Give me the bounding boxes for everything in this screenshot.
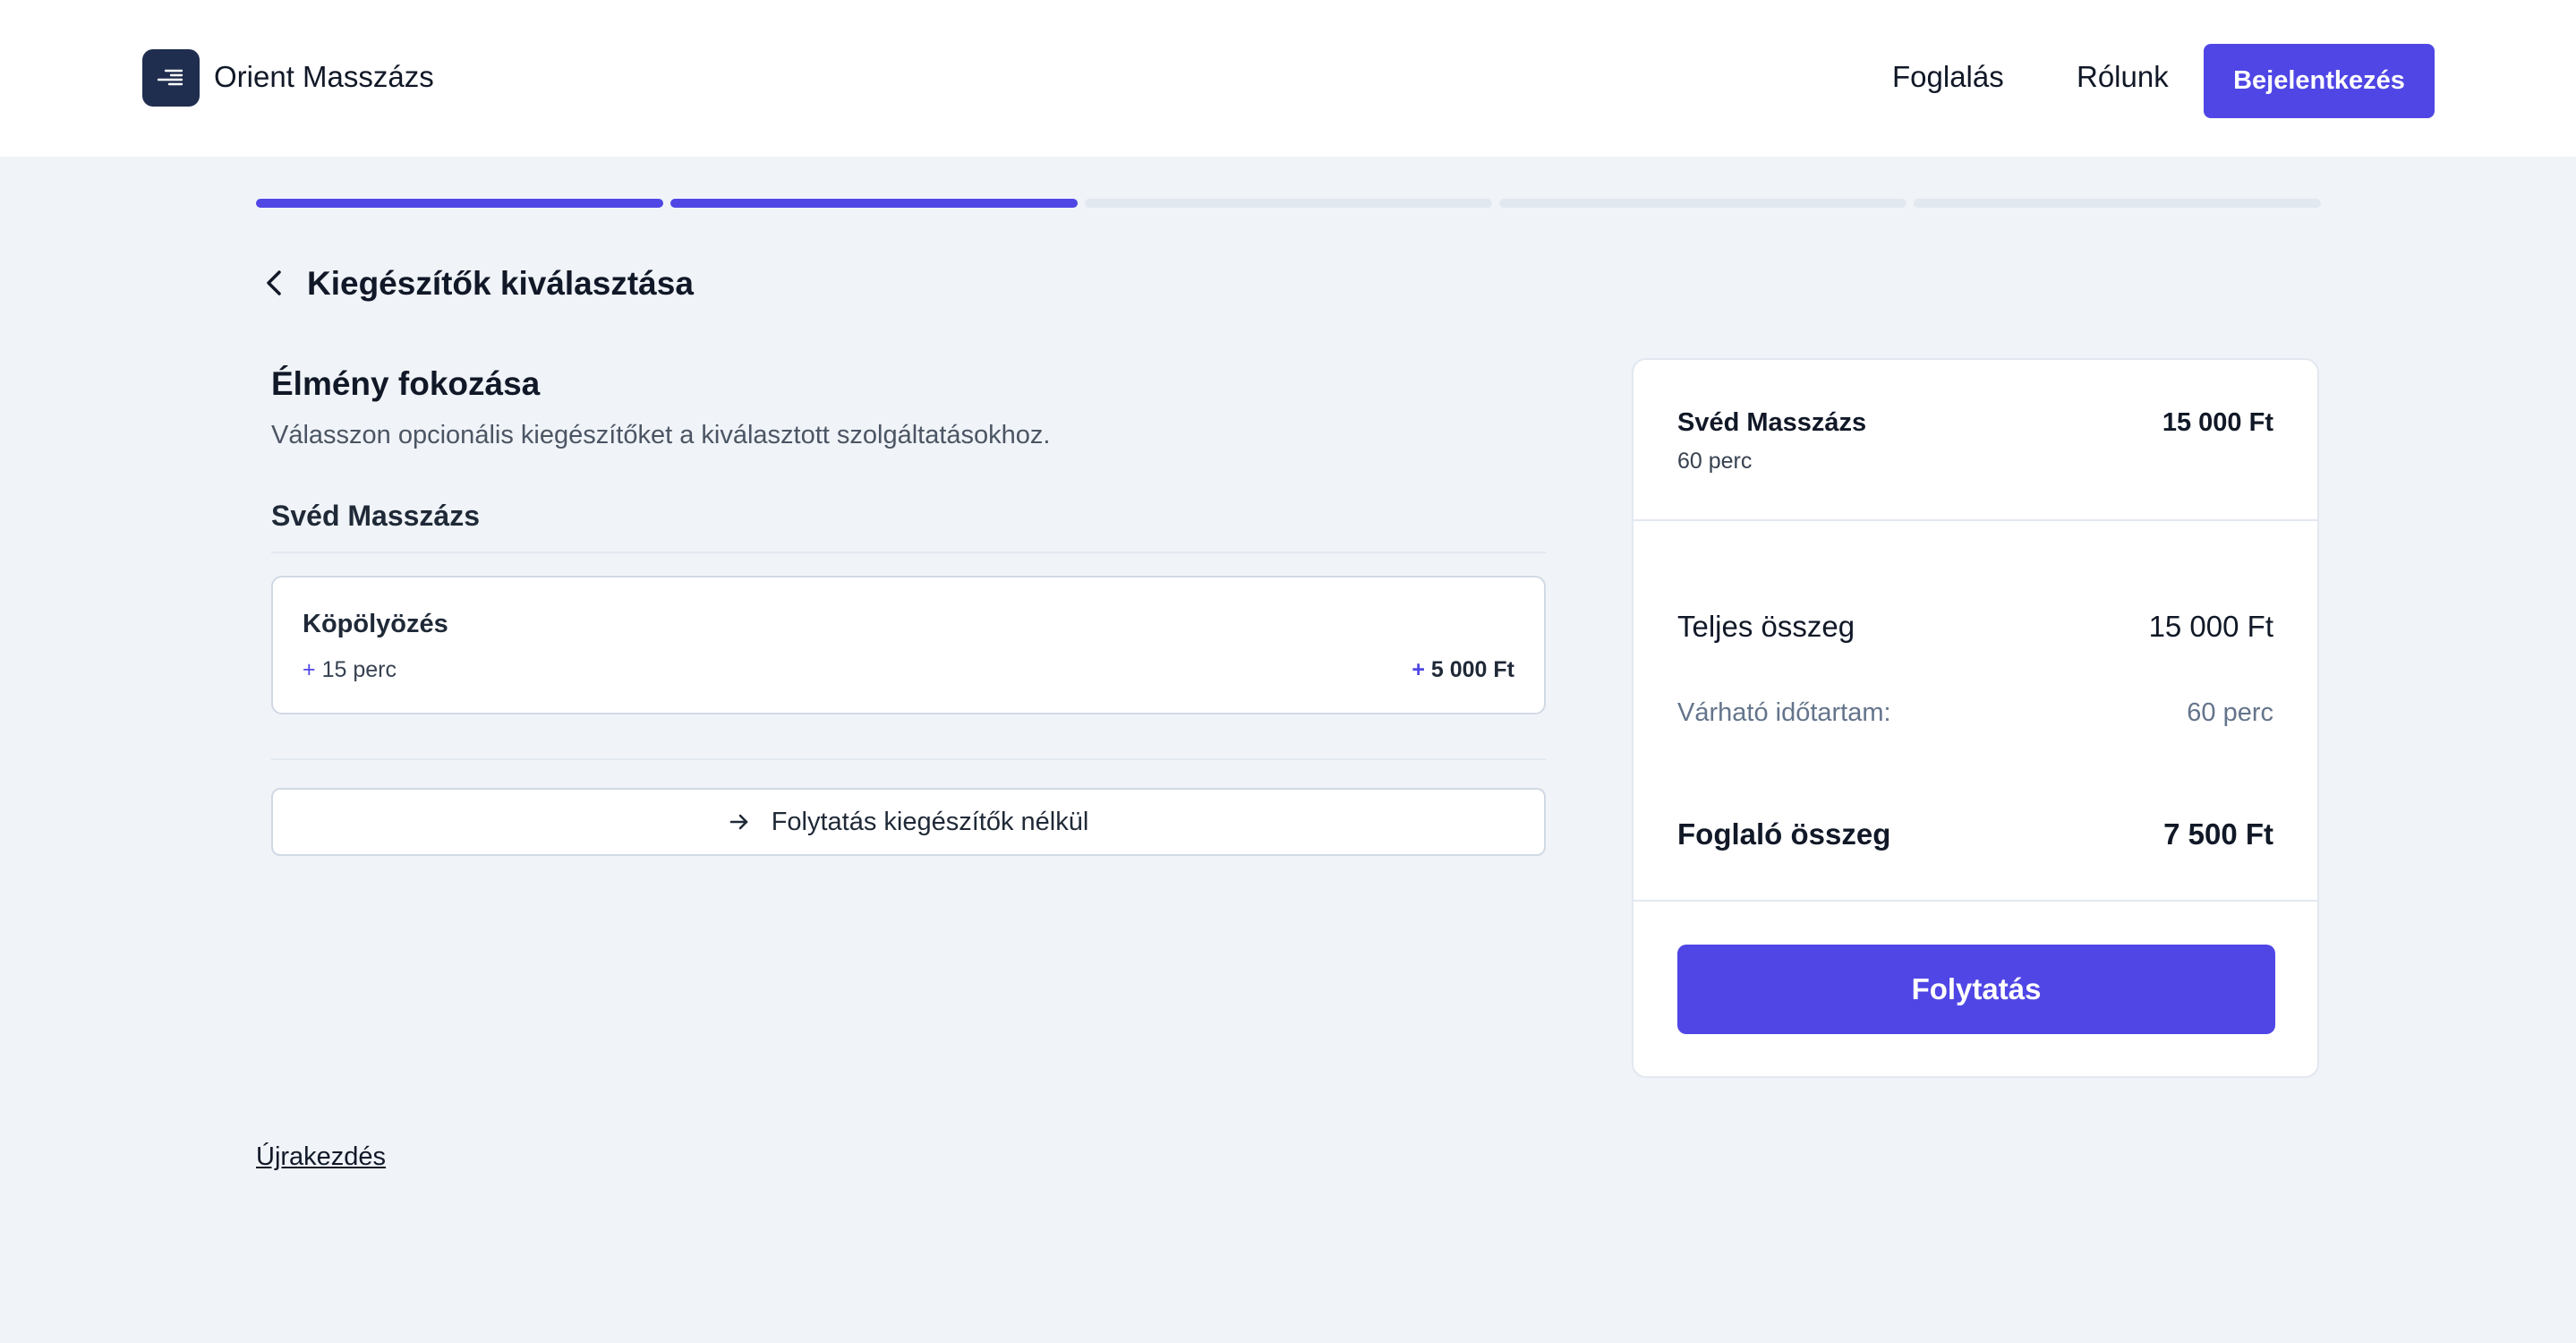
section-description: Válasszon opcionális kiegészítőket a kiv… xyxy=(271,421,1051,449)
summary-service-duration: 60 perc xyxy=(1677,449,1753,474)
divider xyxy=(1633,900,2317,902)
total-value: 15 000 Ft xyxy=(2148,610,2273,643)
brand-logo[interactable] xyxy=(142,49,200,107)
duration-value: 60 perc xyxy=(2187,698,2273,727)
skip-addons-label: Folytatás kiegészítők nélkül xyxy=(771,807,1089,836)
plus-sign: + xyxy=(1412,657,1425,682)
addon-price: + 5 000 Ft xyxy=(1412,654,1514,685)
progress-step-5 xyxy=(1914,199,2321,208)
progress-step-1 xyxy=(256,199,663,208)
login-button[interactable]: Bejelentkezés xyxy=(2204,44,2435,118)
skip-addons-button[interactable]: Folytatás kiegészítők nélkül xyxy=(271,788,1546,856)
addon-price-value: 5 000 Ft xyxy=(1430,657,1514,682)
progress-step-3 xyxy=(1085,199,1492,208)
service-group-title: Svéd Masszázs xyxy=(271,500,481,532)
skip-addons-content: Folytatás kiegészítők nélkül xyxy=(273,790,1544,854)
addon-duration: + 15 perc xyxy=(303,654,397,685)
back-button[interactable] xyxy=(261,265,288,301)
step-title: Kiegészítők kiválasztása xyxy=(307,265,694,302)
divider xyxy=(1633,519,2317,521)
deposit-label: Foglaló összeg xyxy=(1677,817,1891,851)
addon-duration-value: 15 perc xyxy=(321,657,397,682)
section-heading: Élmény fokozása xyxy=(271,365,541,402)
speed-lines-icon xyxy=(157,69,183,86)
deposit-value: 7 500 Ft xyxy=(2163,817,2273,851)
chevron-left-icon xyxy=(267,270,281,295)
brand-name[interactable]: Orient Masszázs xyxy=(214,57,434,97)
progress-step-4 xyxy=(1499,199,1906,208)
step-progress-bar xyxy=(256,199,2321,208)
nav-link-booking[interactable]: Foglalás xyxy=(1892,57,2004,97)
restart-link[interactable]: Újrakezdés xyxy=(256,1139,386,1175)
top-navbar: Orient Masszázs Foglalás Rólunk Bejelent… xyxy=(0,0,2576,157)
summary-service-name: Svéd Masszázs xyxy=(1677,408,1867,437)
duration-label: Várható időtartam: xyxy=(1677,698,1891,727)
plus-sign: + xyxy=(303,657,316,682)
progress-step-2 xyxy=(670,199,1078,208)
summary-service-price: 15 000 Ft xyxy=(2162,408,2273,437)
arrow-right-icon xyxy=(729,814,747,830)
divider xyxy=(271,552,1546,553)
continue-button[interactable]: Folytatás xyxy=(1677,945,2275,1034)
nav-link-about[interactable]: Rólunk xyxy=(2077,57,2169,97)
addon-card-cupping[interactable]: Köpölyözés + 15 perc + 5 000 Ft xyxy=(271,576,1546,714)
addon-name: Köpölyözés xyxy=(303,610,448,638)
divider xyxy=(271,758,1546,760)
order-summary-panel: Svéd Masszázs 60 perc 15 000 Ft Teljes ö… xyxy=(1632,358,2319,1078)
total-label: Teljes összeg xyxy=(1677,610,1855,643)
